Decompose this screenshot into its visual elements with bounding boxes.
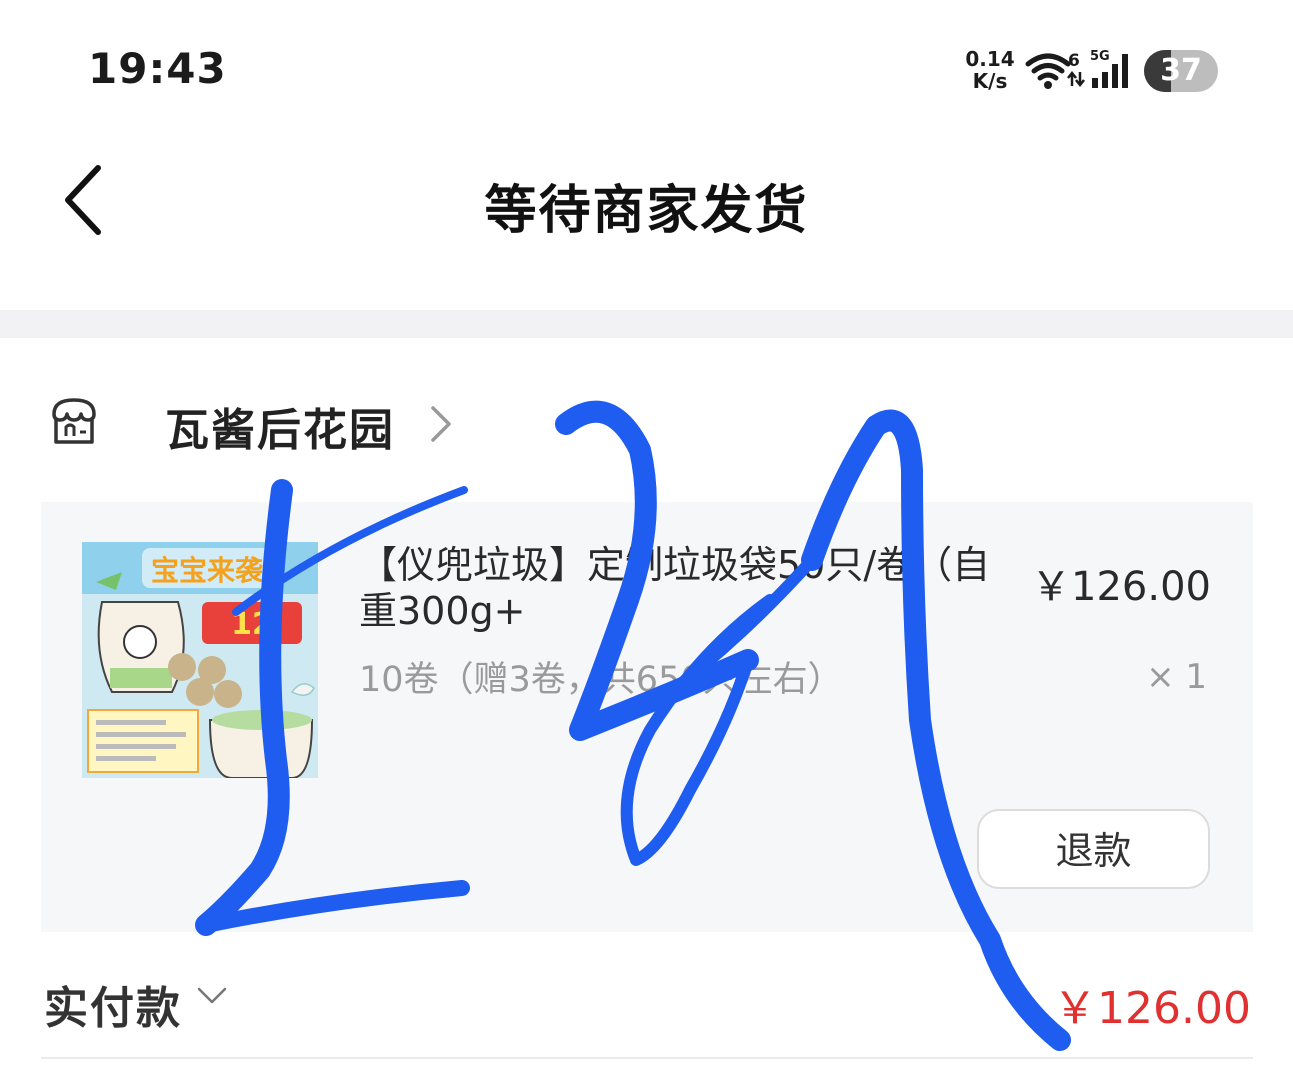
network-speed: 0.14 K/s: [962, 48, 1018, 92]
wifi-badge: 6: [1068, 51, 1080, 71]
status-time: 19:43: [88, 44, 227, 93]
chevron-down-icon[interactable]: [196, 986, 228, 1006]
cell-signal-icon: 5G: [1090, 49, 1128, 88]
product-title[interactable]: 【仪兜垃圾】定制垃圾袋50只/卷（自重300g+: [359, 542, 999, 634]
refund-button[interactable]: 退款: [977, 809, 1210, 889]
total-label: 实付款: [44, 983, 182, 1034]
cell-label: 5G: [1090, 49, 1110, 64]
product-price: ￥126.00: [1031, 564, 1211, 610]
shop-row[interactable]: 瓦酱后花园: [0, 370, 1293, 480]
nav-bar: 等待商家发货: [0, 130, 1293, 310]
status-bar: 19:43 0.14 K/s 6 5G 37: [0, 0, 1293, 130]
network-speed-value: 0.14: [965, 47, 1015, 71]
thumb-title: 宝宝来袭: [151, 554, 264, 587]
wifi-icon: 6: [1025, 51, 1085, 89]
chevron-right-icon: [431, 406, 451, 442]
product-card[interactable]: 宝宝来袭 12 【仪兜垃圾】定制垃圾袋50只/卷（自重300g+ 10卷（赠3卷…: [41, 502, 1253, 932]
product-image: 宝宝来袭 12: [82, 542, 318, 778]
product-spec: 10卷（赠3卷，共650只左右）: [359, 660, 843, 700]
battery-indicator: 37: [1144, 50, 1218, 92]
shop-name[interactable]: 瓦酱后花园: [165, 394, 395, 458]
total-row[interactable]: 实付款 ￥126.00: [0, 960, 1293, 1040]
page-title: 等待商家发货: [484, 181, 809, 241]
thumb-badge: 12: [231, 607, 273, 642]
battery-level: 37: [1160, 53, 1202, 88]
network-speed-unit: K/s: [972, 69, 1008, 93]
product-thumbnail[interactable]: 宝宝来袭 12: [82, 542, 318, 778]
section-divider: [0, 310, 1293, 338]
store-icon: [52, 398, 96, 444]
total-amount: ￥126.00: [1053, 983, 1251, 1034]
bottom-divider: [41, 1057, 1253, 1059]
product-quantity: × 1: [1146, 657, 1207, 697]
